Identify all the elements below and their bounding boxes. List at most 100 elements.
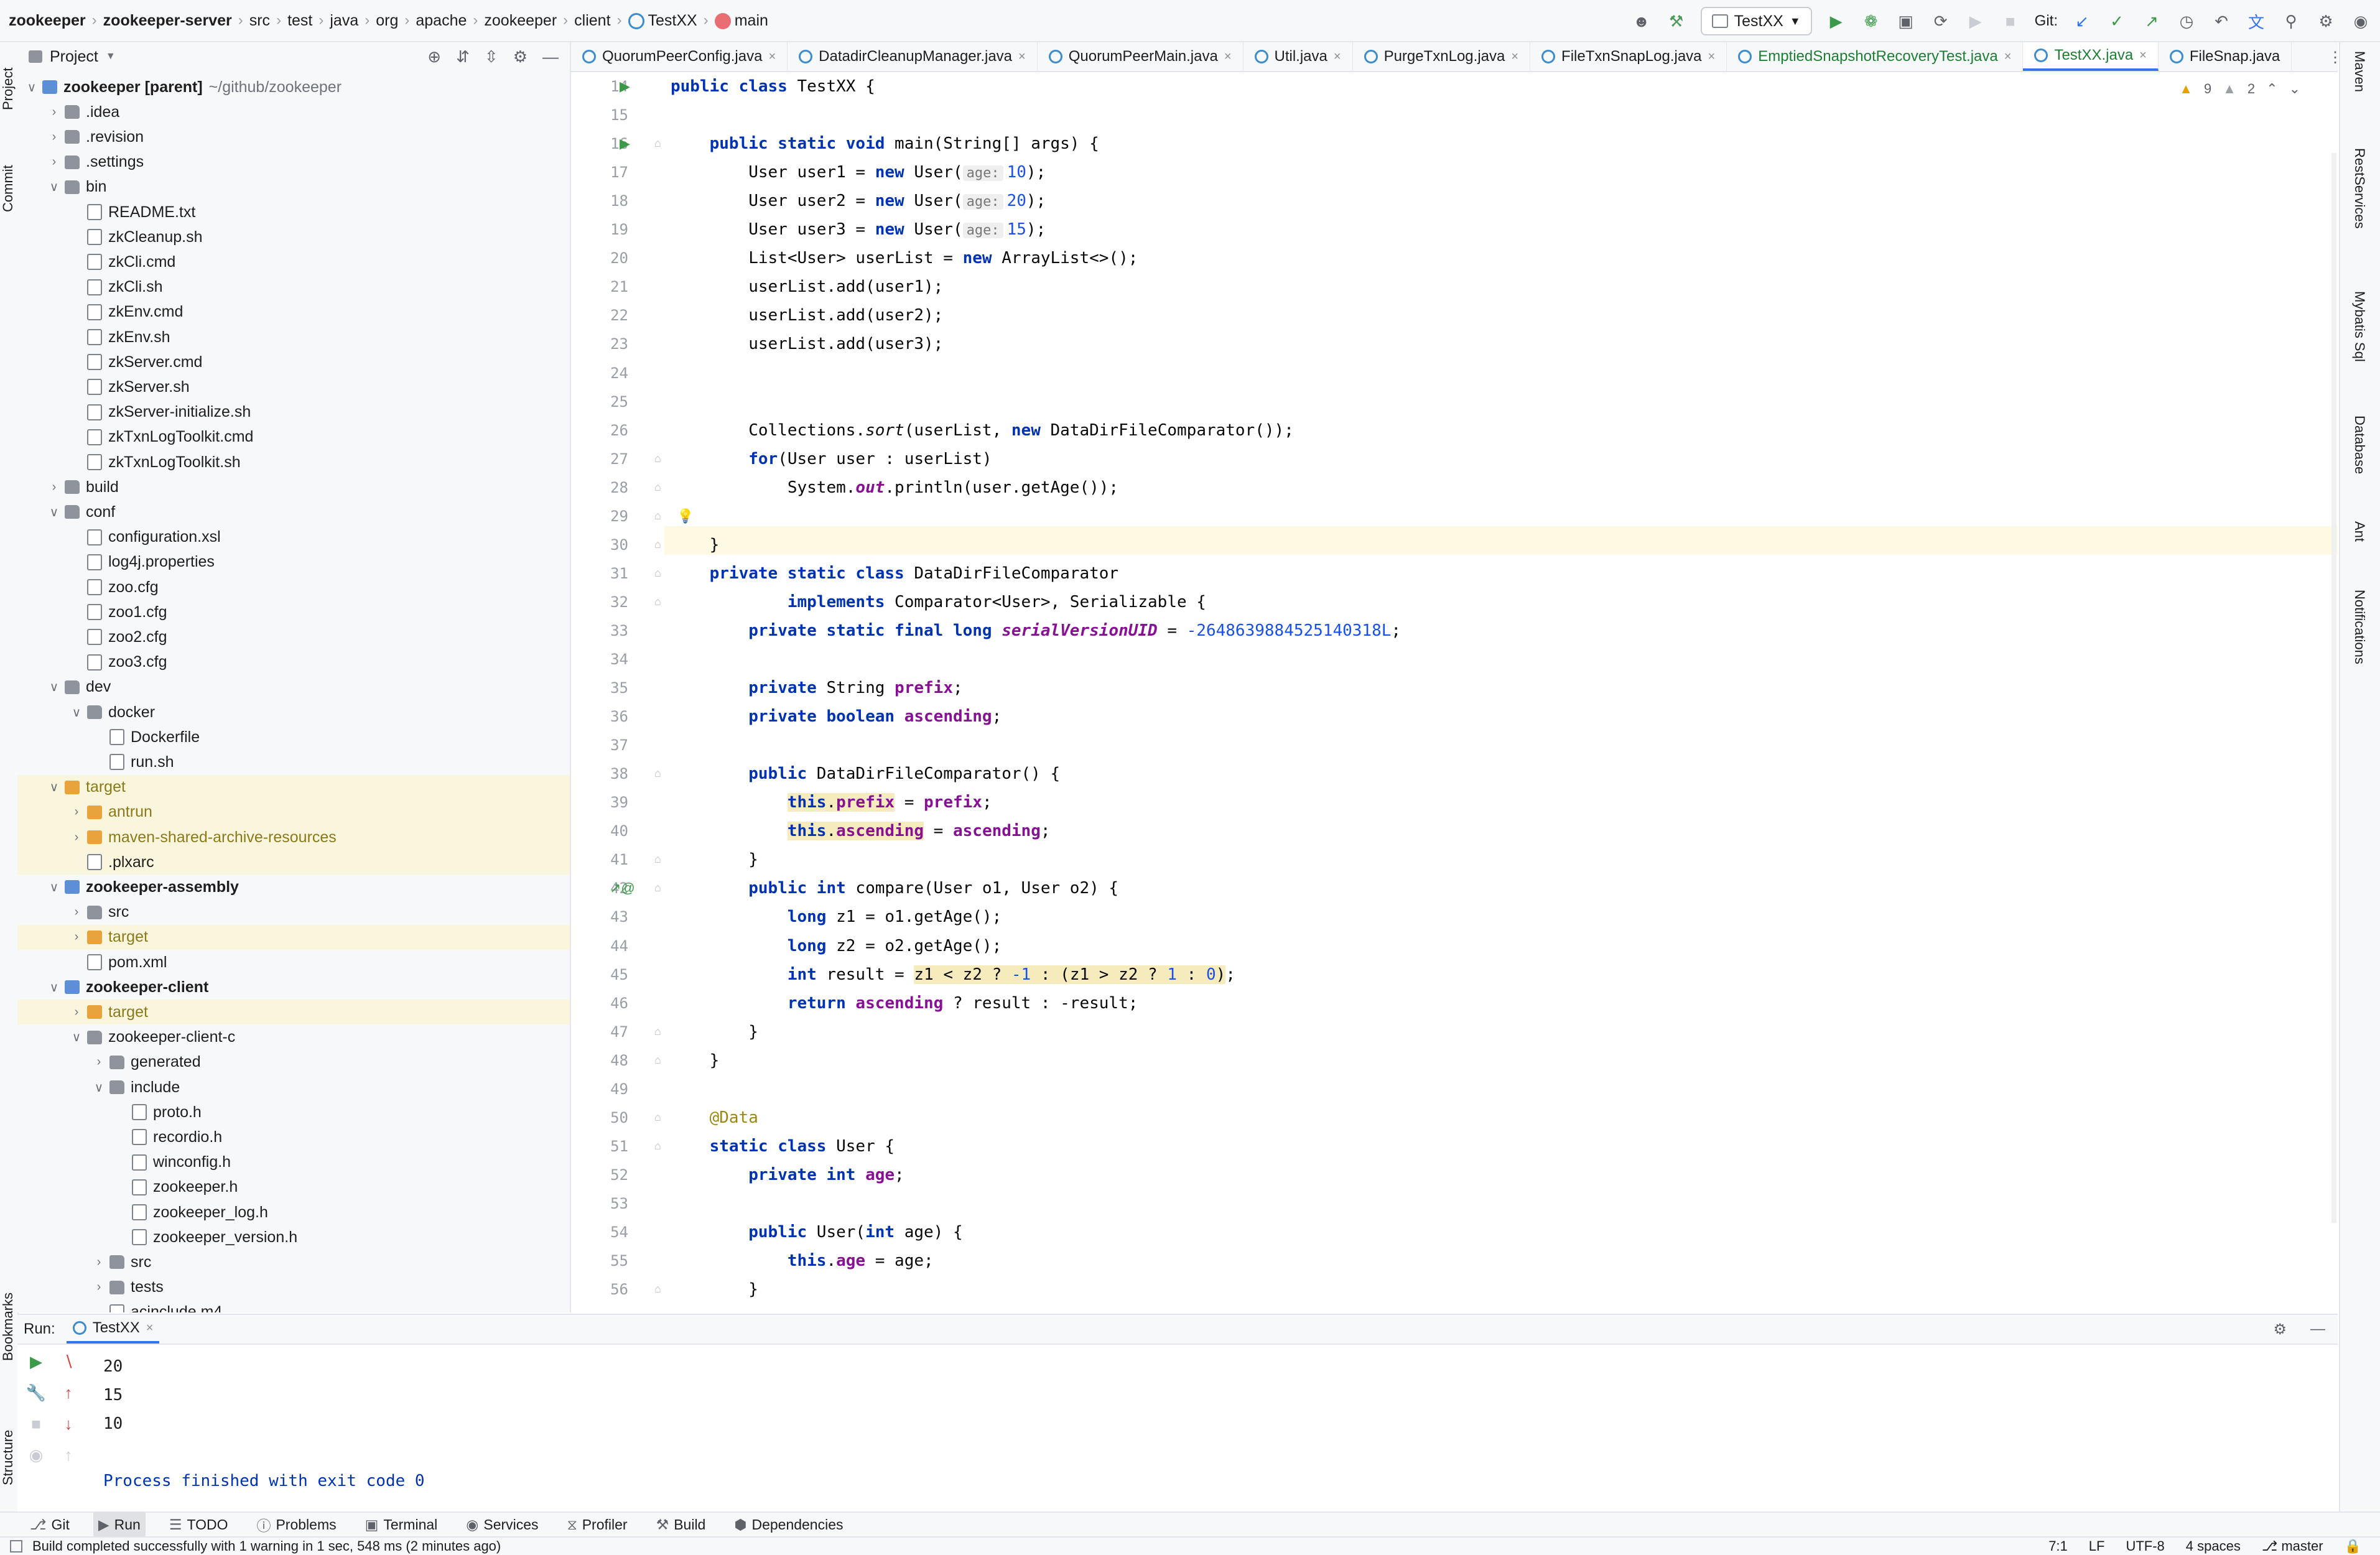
tree-item[interactable]: ∨ target bbox=[17, 774, 570, 800]
editor-tab[interactable]: EmptiedSnapshotRecoveryTest.java × bbox=[1727, 42, 2024, 71]
close-icon[interactable]: × bbox=[2139, 49, 2147, 63]
fold-icon[interactable]: ⌂ bbox=[654, 595, 661, 608]
tree-item[interactable]: zkCleanup.sh bbox=[17, 225, 570, 249]
editor-tab[interactable]: PurgeTxnLog.java × bbox=[1353, 42, 1531, 71]
code-line[interactable]: } bbox=[671, 1275, 758, 1304]
code-area[interactable]: public class TestXX { public static void… bbox=[571, 72, 2338, 1312]
code-line[interactable]: int result = z1 < z2 ? -1 : (z1 > z2 ? 1… bbox=[671, 960, 1235, 989]
code-line[interactable]: User user1 = new User(age: 10); bbox=[671, 158, 1046, 187]
git-push-icon[interactable]: ↗ bbox=[2141, 11, 2162, 32]
chevron-down-icon[interactable]: ∨ bbox=[46, 179, 62, 195]
code-line[interactable]: userList.add(user1); bbox=[671, 272, 943, 301]
code-line[interactable]: public static void main(String[] args) { bbox=[671, 129, 1099, 158]
tree-item[interactable]: ∨ zookeeper [parent] ~/github/zookeeper bbox=[17, 75, 570, 100]
code-line[interactable]: static class User { bbox=[671, 1132, 895, 1161]
code-line[interactable]: private boolean ascending; bbox=[671, 702, 1002, 731]
tree-item[interactable]: › generated bbox=[17, 1050, 570, 1075]
tree-item[interactable]: zoo2.cfg bbox=[17, 624, 570, 649]
close-icon[interactable]: × bbox=[1334, 50, 1341, 64]
code-line[interactable]: for(User user : userList) bbox=[671, 445, 992, 473]
code-line[interactable]: private static class DataDirFileComparat… bbox=[671, 559, 1118, 588]
editor-tab[interactable]: DatadirCleanupManager.java × bbox=[788, 42, 1038, 71]
tree-item[interactable]: log4j.properties bbox=[17, 550, 570, 575]
breadcrumb-item[interactable]: zookeeper bbox=[480, 12, 560, 30]
tree-item[interactable]: winconfig.h bbox=[17, 1150, 570, 1175]
file-encoding[interactable]: UTF-8 bbox=[2126, 1538, 2164, 1554]
tree-item[interactable]: › build bbox=[17, 475, 570, 499]
code-line[interactable]: } bbox=[671, 1018, 758, 1046]
code-line[interactable]: long z1 = o1.getAge(); bbox=[671, 903, 1002, 931]
tree-item[interactable]: README.txt bbox=[17, 200, 570, 225]
fold-icon[interactable]: ⌂ bbox=[654, 767, 661, 780]
line-separator[interactable]: LF bbox=[2089, 1538, 2105, 1554]
breadcrumb-item[interactable]: client bbox=[570, 12, 614, 30]
fold-icon[interactable]: ⌂ bbox=[654, 538, 661, 551]
code-line[interactable]: } bbox=[671, 845, 758, 874]
tree-item[interactable]: › .idea bbox=[17, 100, 570, 124]
chevron-right-icon[interactable]: › bbox=[46, 480, 62, 494]
structure-tool-button[interactable]: Structure bbox=[0, 1411, 17, 1504]
git-branch[interactable]: ⎇ master bbox=[2262, 1538, 2323, 1554]
tree-item[interactable]: › antrun bbox=[17, 799, 570, 825]
breadcrumb-item[interactable]: org bbox=[372, 12, 402, 30]
fold-icon[interactable]: ⌂ bbox=[654, 1054, 661, 1067]
editor-tab[interactable]: QuorumPeerMain.java × bbox=[1038, 42, 1243, 71]
code-editor[interactable]: 14 15 16 17 18 19 20 21 22 23 24 25 26 27 28 29 30 31 32 33… bbox=[571, 72, 2338, 1312]
expand-all-icon[interactable]: ⇵ bbox=[456, 47, 470, 67]
tool-window-build[interactable]: ⚒ Build bbox=[651, 1512, 711, 1537]
gear-icon[interactable]: ⚙ bbox=[513, 47, 528, 67]
editor-tab[interactable]: FileTxnSnapLog.java × bbox=[1530, 42, 1727, 71]
rerun-icon[interactable]: ▶ bbox=[1965, 11, 1986, 32]
fold-icon[interactable]: ⌂ bbox=[654, 137, 661, 150]
mybatis-sql-tool-button[interactable]: Mybatis Sql bbox=[2351, 291, 2368, 362]
restservices-tool-button[interactable]: RestServices bbox=[2351, 148, 2368, 229]
fold-icon[interactable]: ⌂ bbox=[654, 1025, 661, 1038]
tree-item[interactable]: recordio.h bbox=[17, 1125, 570, 1149]
ant-tool-button[interactable]: Ant bbox=[2351, 521, 2368, 542]
tree-item[interactable]: zoo.cfg bbox=[17, 575, 570, 600]
breadcrumb-item[interactable]: TestXX bbox=[625, 12, 701, 30]
code-line[interactable]: private int age; bbox=[671, 1161, 904, 1189]
fold-icon[interactable]: ⌂ bbox=[654, 509, 661, 522]
tree-item[interactable]: zookeeper_version.h bbox=[17, 1225, 570, 1250]
breadcrumb-item[interactable]: main bbox=[711, 12, 772, 30]
chevron-down-icon[interactable]: ∨ bbox=[46, 679, 62, 695]
tree-item[interactable]: zoo3.cfg bbox=[17, 650, 570, 675]
code-line[interactable]: public User(int age) { bbox=[671, 1218, 962, 1246]
editor-tab[interactable]: TestXX.java × bbox=[2023, 42, 2159, 71]
tree-item[interactable]: run.sh bbox=[17, 750, 570, 774]
chevron-down-icon[interactable]: ∨ bbox=[46, 880, 62, 895]
code-line[interactable]: public DataDirFileComparator() { bbox=[671, 759, 1060, 788]
tree-item[interactable]: ∨ zookeeper-client-c bbox=[17, 1025, 570, 1050]
code-line[interactable]: this.prefix = prefix; bbox=[671, 788, 992, 817]
ide-logo-icon[interactable]: ◉ bbox=[2350, 11, 2371, 32]
code-line[interactable]: public class TestXX { bbox=[671, 72, 875, 101]
code-line[interactable]: this.age = age; bbox=[671, 1246, 934, 1275]
tree-item[interactable]: zkServer.cmd bbox=[17, 350, 570, 374]
tree-item[interactable]: .plxarc bbox=[17, 850, 570, 875]
code-line[interactable]: return ascending ? result : -result; bbox=[671, 989, 1138, 1018]
chevron-right-icon[interactable]: › bbox=[91, 1280, 107, 1294]
maven-tool-button[interactable]: Maven bbox=[2351, 51, 2368, 92]
tree-item[interactable]: › .settings bbox=[17, 150, 570, 175]
tree-item[interactable]: pom.xml bbox=[17, 950, 570, 975]
tree-item[interactable]: ∨ bin bbox=[17, 175, 570, 200]
inspection-widget[interactable]: ▲ 9 ▲ 2 ⌃ ⌄ bbox=[2179, 81, 2300, 97]
breadcrumb-item[interactable]: test bbox=[284, 12, 316, 30]
chevron-down-icon[interactable]: ∨ bbox=[24, 80, 40, 95]
console-output[interactable]: 20 15 10 Process finished with exit code 0 bbox=[17, 1352, 2257, 1508]
tree-item[interactable]: zkTxnLogToolkit.sh bbox=[17, 450, 570, 475]
code-line[interactable]: List<User> userList = new ArrayList<>(); bbox=[671, 244, 1138, 272]
commit-tool-button[interactable]: Commit bbox=[0, 148, 17, 229]
chevron-down-icon[interactable]: ∨ bbox=[46, 504, 62, 520]
tree-item[interactable]: zoo1.cfg bbox=[17, 600, 570, 624]
chevron-down-icon[interactable]: ▼ bbox=[106, 51, 116, 62]
tree-item[interactable]: acinclude.m4 bbox=[17, 1300, 570, 1312]
tree-item[interactable]: zookeeper_log.h bbox=[17, 1200, 570, 1225]
chevron-right-icon[interactable]: › bbox=[91, 1255, 107, 1270]
tree-item[interactable]: ∨ docker bbox=[17, 700, 570, 725]
previous-highlight-icon[interactable]: ⌃ bbox=[2266, 81, 2277, 97]
locate-icon[interactable]: ⊕ bbox=[427, 47, 441, 67]
chevron-right-icon[interactable]: › bbox=[68, 1005, 85, 1019]
chevron-right-icon[interactable]: › bbox=[46, 155, 62, 169]
